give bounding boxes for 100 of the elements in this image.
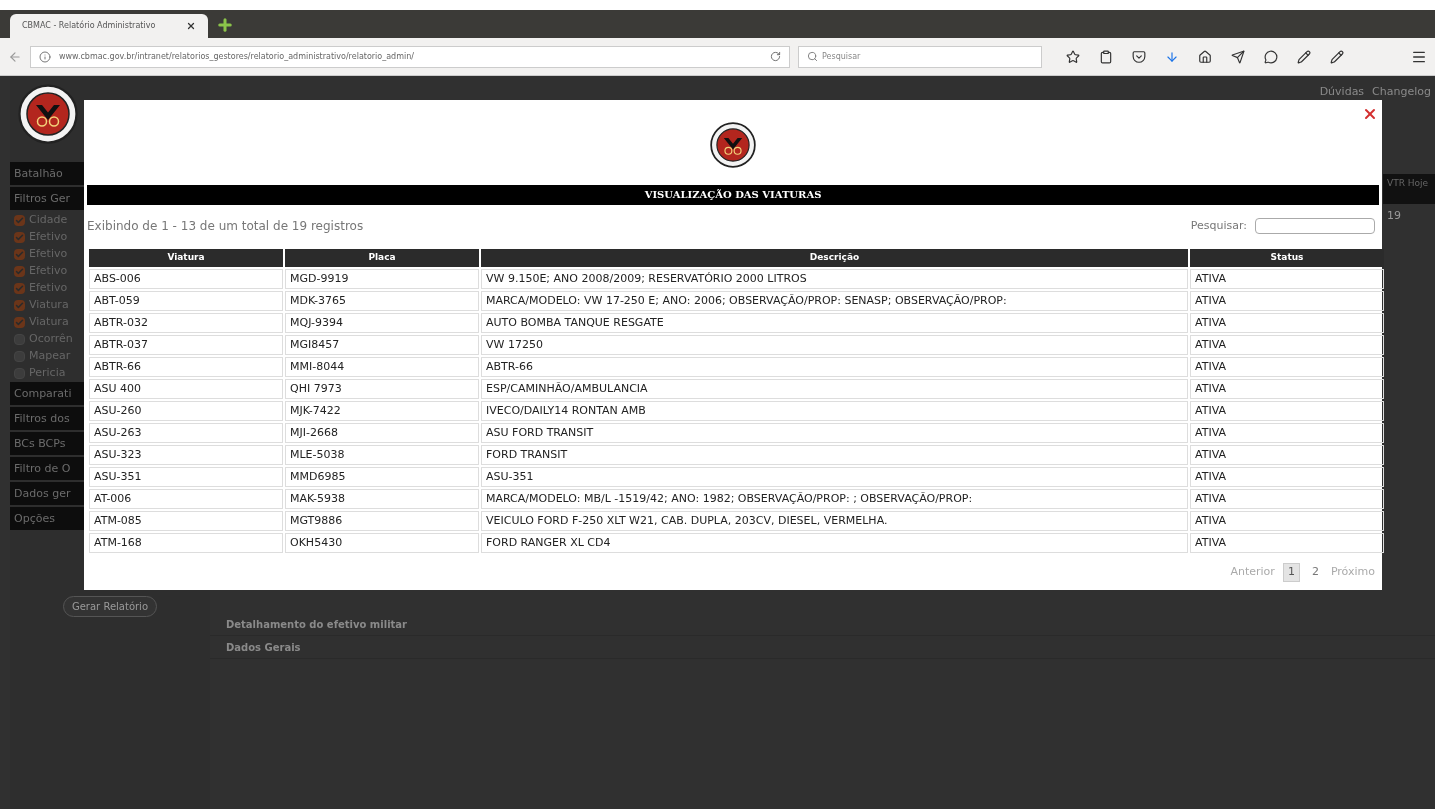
pocket-icon[interactable] xyxy=(1132,49,1146,64)
column-header[interactable]: Viatura xyxy=(89,249,283,267)
search-field[interactable]: Pesquisar xyxy=(798,45,1042,68)
table-cell: AT-006 xyxy=(89,489,283,509)
table-cell: ABTR-66 xyxy=(89,357,283,377)
table-cell: ABTR-66 xyxy=(481,357,1188,377)
checkbox[interactable] xyxy=(14,300,25,311)
url-field[interactable]: www.cbmac.gov.br/intranet/relatorios_gestores/relatorio_administrativo/relatorio_admin/ xyxy=(30,45,790,68)
table-cell: ATM-168 xyxy=(89,533,283,553)
records-info: Exibindo de 1 - 13 de um total de 19 registros xyxy=(87,218,364,235)
dialog-title: VISUALIZAÇÃO DAS VIATURAS xyxy=(87,185,1379,205)
table-cell: MLE-5038 xyxy=(285,445,479,465)
table-cell: ASU-263 xyxy=(89,423,283,443)
previous-link[interactable]: Anterior xyxy=(1230,564,1275,581)
table-cell: MGT9886 xyxy=(285,511,479,531)
search-field[interactable] xyxy=(1255,218,1375,234)
report-section[interactable]: Detalhamento do efetivo militar xyxy=(210,613,1435,636)
clipboard-icon[interactable] xyxy=(1099,49,1113,64)
header-link[interactable]: Changelog xyxy=(1372,84,1431,101)
table-cell: ASU-351 xyxy=(481,467,1188,487)
column-header[interactable]: Descrição xyxy=(481,249,1188,267)
table-cell: MQJ-9394 xyxy=(285,313,479,333)
table-cell: MDK-3765 xyxy=(285,291,479,311)
checkbox-label: Efetivo xyxy=(29,280,68,297)
checkbox[interactable] xyxy=(14,317,25,328)
table-cell: ABS-006 xyxy=(89,269,283,289)
table-cell: ATIVA xyxy=(1190,533,1384,553)
reload-icon[interactable] xyxy=(770,51,781,62)
emblem-logo xyxy=(710,122,756,168)
table-cell: ATIVA xyxy=(1190,445,1384,465)
table-cell: ABTR-037 xyxy=(89,335,283,355)
column-header[interactable]: Status xyxy=(1190,249,1384,267)
page-link[interactable]: 1 xyxy=(1282,563,1300,582)
table-cell: MMI-8044 xyxy=(285,357,479,377)
table-cell: ATIVA xyxy=(1190,291,1384,311)
checkbox-label: Pericia xyxy=(29,365,66,382)
star-icon[interactable] xyxy=(1066,49,1080,64)
checkbox-label: Viatura xyxy=(29,297,69,314)
next-link[interactable]: Próximo xyxy=(1330,564,1375,581)
table-cell: ABTR-032 xyxy=(89,313,283,333)
table-cell: AUTO BOMBA TANQUE RESGATE xyxy=(481,313,1188,333)
stat-header: VTR Hoje xyxy=(1383,174,1435,204)
table-cell: ATIVA xyxy=(1190,335,1384,355)
table-cell: MJK-7422 xyxy=(285,401,479,421)
close-icon[interactable] xyxy=(1362,106,1378,122)
checkbox-label: Viatura xyxy=(29,314,69,331)
report-section[interactable]: Dados Gerais xyxy=(210,636,1435,659)
search-label: Pesquisar: xyxy=(1190,217,1247,234)
table-cell: OKH5430 xyxy=(285,533,479,553)
table-cell: VEICULO FORD F-250 XLT W21, CAB. DUPLA, 203CV, DIESEL, VERMELHA. xyxy=(481,511,1188,531)
table-cell: MARCA/MODELO: MB/L -1519/42; ANO: 1982; OBSERVAÇÃO/PROP: ; OBSERVAÇÃO/PROP: xyxy=(481,489,1188,509)
table-cell: ATIVA xyxy=(1190,379,1384,399)
table-cell: ASU-323 xyxy=(89,445,283,465)
home-icon[interactable] xyxy=(1198,49,1212,64)
table-cell: ESP/CAMINHÃO/AMBULANCIA xyxy=(481,379,1188,399)
download-icon[interactable] xyxy=(1165,49,1179,64)
table-cell: FORD TRANSIT xyxy=(481,445,1188,465)
browser-tab[interactable]: CBMAC - Relatório Administrativo xyxy=(10,14,208,38)
checkbox[interactable] xyxy=(14,266,25,277)
send-icon[interactable] xyxy=(1231,49,1245,64)
checkbox[interactable] xyxy=(14,283,25,294)
table-cell: ASU FORD TRANSIT xyxy=(481,423,1188,443)
checkbox[interactable] xyxy=(14,232,25,243)
table-cell: IVECO/DAILY14 RONTAN AMB xyxy=(481,401,1188,421)
table-cell: VW 9.150E; ANO 2008/2009; RESERVATÓRIO 2000 LITROS xyxy=(481,269,1188,289)
close-tab-icon[interactable] xyxy=(186,21,196,31)
checkbox[interactable] xyxy=(14,215,25,226)
table-cell: ATIVA xyxy=(1190,401,1384,421)
table-cell: ATIVA xyxy=(1190,511,1384,531)
info-icon[interactable] xyxy=(39,50,51,63)
table-cell: ASU-260 xyxy=(89,401,283,421)
table-cell: MGD-9919 xyxy=(285,269,479,289)
table-cell: ATIVA xyxy=(1190,313,1384,333)
table-cell: QHI 7973 xyxy=(285,379,479,399)
page-link[interactable]: 2 xyxy=(1307,564,1323,581)
table-cell: VW 17250 xyxy=(481,335,1188,355)
table-cell: ASU-351 xyxy=(89,467,283,487)
stat-value: 19 xyxy=(1386,208,1402,224)
emblem-logo xyxy=(18,84,78,144)
checkbox[interactable] xyxy=(14,249,25,260)
search-icon xyxy=(807,51,818,62)
table-cell: ASU 400 xyxy=(89,379,283,399)
checkbox-label: Efetivo xyxy=(29,229,68,246)
chat-icon[interactable] xyxy=(1264,49,1278,64)
pencil-icon[interactable] xyxy=(1297,49,1311,64)
table-cell: MARCA/MODELO: VW 17-250 E; ANO: 2006; OBSERVAÇÃO/PROP: SENASP; OBSERVAÇÃO/PROP: xyxy=(481,291,1188,311)
table-cell: MMD6985 xyxy=(285,467,479,487)
new-tab-icon[interactable] xyxy=(216,16,234,34)
table-cell: ATIVA xyxy=(1190,467,1384,487)
table-cell: ATM-085 xyxy=(89,511,283,531)
table-cell: ATIVA xyxy=(1190,269,1384,289)
checkbox-label: Efetivo xyxy=(29,246,68,263)
table-cell: ATIVA xyxy=(1190,489,1384,509)
generate-report-button[interactable]: Gerar Relatório xyxy=(62,596,157,617)
table-cell: FORD RANGER XL CD4 xyxy=(481,533,1188,553)
column-header[interactable]: Placa xyxy=(285,249,479,267)
table-cell: ATIVA xyxy=(1190,357,1384,377)
table-cell: MAK-5938 xyxy=(285,489,479,509)
back-icon[interactable] xyxy=(8,49,22,64)
header-link[interactable]: Dúvidas xyxy=(1319,84,1365,101)
